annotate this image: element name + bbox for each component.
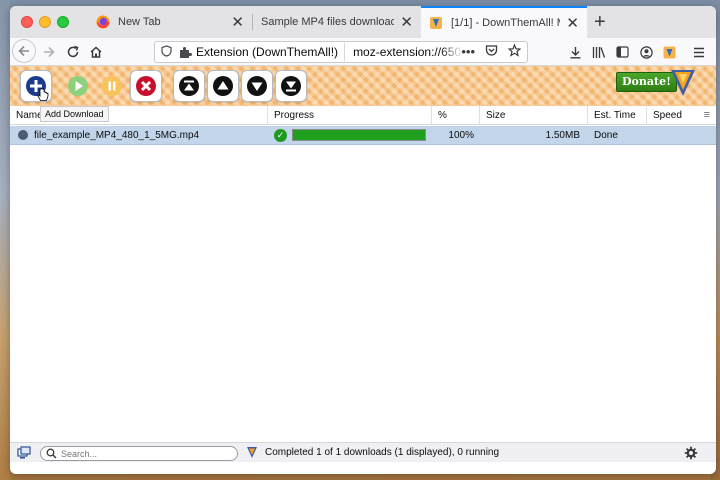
tab-dta-manager[interactable]: [1/1] - DownThemAll! Manager ✕ xyxy=(421,6,587,38)
move-bottom-button[interactable] xyxy=(275,70,307,102)
tooltip: Add Download xyxy=(40,106,109,122)
column-header-size[interactable]: Size xyxy=(480,106,588,125)
resume-button[interactable] xyxy=(62,70,94,102)
windows-icon[interactable] xyxy=(17,446,31,460)
arrow-left-icon xyxy=(18,45,29,57)
library-icon xyxy=(592,46,606,58)
url-text[interactable]: moz-extension://650 xyxy=(345,45,463,59)
desktop-background-left xyxy=(0,0,10,480)
dta-logo-icon xyxy=(671,70,695,96)
move-top-button[interactable] xyxy=(173,70,205,102)
tab-title: [1/1] - DownThemAll! Manager xyxy=(451,17,560,29)
close-tab-icon[interactable]: ✕ xyxy=(400,15,413,30)
page-actions-icon[interactable]: ••• xyxy=(461,44,475,59)
resume-icon xyxy=(68,76,88,96)
tab-title: New Tab xyxy=(118,16,161,28)
table-row[interactable]: file_example_MP4_480_1_5MG.mp4 ✓ 100% 1.… xyxy=(10,126,716,145)
tab-strip: New Tab ✕ Sample MP4 files download | Fi… xyxy=(10,6,716,38)
download-size: 1.50MB xyxy=(545,130,580,141)
minimize-window-button[interactable] xyxy=(39,16,51,28)
forward-button[interactable] xyxy=(38,41,60,63)
status-text: Completed 1 of 1 downloads (1 displayed)… xyxy=(265,447,500,458)
status-bar: Completed 1 of 1 downloads (1 displayed)… xyxy=(10,442,716,462)
move-up-button[interactable] xyxy=(207,70,239,102)
sidebar-button[interactable] xyxy=(613,43,631,61)
video-file-icon xyxy=(18,130,28,140)
pause-icon xyxy=(102,76,122,96)
download-name: file_example_MP4_480_1_5MG.mp4 xyxy=(34,130,200,141)
home-icon xyxy=(90,46,102,58)
downloads-table-header: Name Progress % Size Est. Time Speed ≡ xyxy=(10,106,716,125)
back-button[interactable] xyxy=(12,39,36,63)
dta-icon xyxy=(663,46,675,58)
menu-button[interactable] xyxy=(690,43,708,61)
dta-icon xyxy=(430,17,442,29)
shield-icon xyxy=(160,44,172,57)
download-speed xyxy=(653,126,713,145)
extension-puzzle-icon xyxy=(180,46,192,58)
navigation-bar: Extension (DownThemAll!) moz-extension:/… xyxy=(10,38,716,66)
pocket-icon[interactable] xyxy=(485,44,498,57)
dta-toolbar: Donate! xyxy=(10,66,716,106)
bookmark-star-icon[interactable] xyxy=(508,44,521,57)
download-arrow-icon xyxy=(570,46,580,58)
move-up-icon xyxy=(213,76,233,96)
gear-icon[interactable] xyxy=(684,446,698,460)
firefox-icon xyxy=(96,15,110,29)
tab-title: Sample MP4 files download | File Ex xyxy=(261,16,395,28)
move-down-icon xyxy=(247,76,267,96)
completed-check-icon: ✓ xyxy=(274,129,287,142)
search-icon xyxy=(46,448,57,459)
cancel-button[interactable] xyxy=(130,70,162,102)
arrow-right-icon xyxy=(44,46,55,58)
browser-window: New Tab ✕ Sample MP4 files download | Fi… xyxy=(10,6,716,474)
column-header-percent[interactable]: % xyxy=(432,106,480,125)
cancel-icon xyxy=(136,76,156,96)
close-window-button[interactable] xyxy=(21,16,33,28)
download-percent: 100% xyxy=(448,130,474,141)
move-bottom-icon xyxy=(281,76,301,96)
column-header-est-time[interactable]: Est. Time xyxy=(588,106,647,125)
close-tab-icon[interactable]: ✕ xyxy=(566,16,579,31)
pause-button[interactable] xyxy=(96,70,128,102)
account-button[interactable] xyxy=(637,43,655,61)
sidebar-icon xyxy=(615,46,629,58)
move-top-icon xyxy=(179,76,199,96)
account-icon xyxy=(639,45,653,59)
tab-sample-mp4[interactable]: Sample MP4 files download | File Ex ✕ xyxy=(253,6,421,38)
library-button[interactable] xyxy=(590,43,608,61)
download-est-time: Done xyxy=(594,130,618,141)
reload-icon xyxy=(67,45,79,58)
dta-extension-button[interactable] xyxy=(660,43,678,61)
hand-cursor-icon xyxy=(37,88,49,101)
move-down-button[interactable] xyxy=(241,70,273,102)
reload-button[interactable] xyxy=(62,41,84,63)
site-identity[interactable]: Extension (DownThemAll!) xyxy=(177,43,346,61)
home-button[interactable] xyxy=(85,41,107,63)
tracking-protection-shield-icon[interactable] xyxy=(155,44,177,60)
maximize-window-button[interactable] xyxy=(57,16,69,28)
tab-new-tab[interactable]: New Tab ✕ xyxy=(88,6,252,38)
download-progress-fill xyxy=(293,130,425,140)
site-identity-label: Extension (DownThemAll!) xyxy=(196,45,339,59)
search-field[interactable] xyxy=(40,446,238,461)
hamburger-menu-icon xyxy=(694,47,704,57)
dta-status-icon xyxy=(247,447,257,458)
column-header-progress[interactable]: Progress xyxy=(268,106,432,125)
donate-button[interactable]: Donate! xyxy=(616,72,677,92)
download-progress-bar xyxy=(292,129,426,141)
column-chooser-icon[interactable]: ≡ xyxy=(704,109,710,121)
close-tab-icon[interactable]: ✕ xyxy=(231,15,244,30)
url-bar[interactable]: Extension (DownThemAll!) moz-extension:/… xyxy=(154,41,528,63)
search-input[interactable] xyxy=(61,448,231,459)
new-tab-button[interactable]: + xyxy=(594,11,606,33)
url-actions: ••• xyxy=(461,44,521,59)
downloads-button[interactable] xyxy=(566,43,584,61)
